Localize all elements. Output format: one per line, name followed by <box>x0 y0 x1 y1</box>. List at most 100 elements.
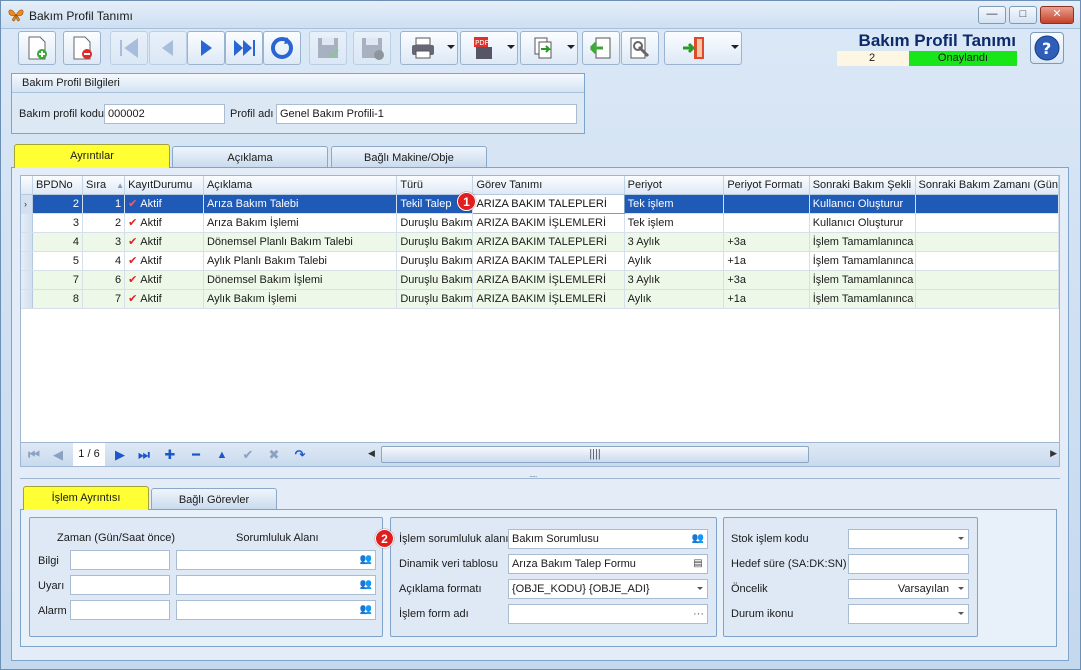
alarm-responsibility-field[interactable]: 👥 <box>176 600 376 620</box>
cell-sira[interactable]: 3 <box>82 232 126 252</box>
nav-add-icon[interactable]: ✚ <box>161 447 179 463</box>
cell-task[interactable]: ARIZA BAKIM TALEPLERİ <box>472 232 625 252</box>
target-time-field[interactable] <box>848 554 969 574</box>
table-row[interactable]: 8 7 ✔ Aktif Aylık Bakım İşlemi Duruşlu Ba… <box>21 289 1059 309</box>
cell-sira[interactable]: 2 <box>82 213 126 233</box>
cell-period[interactable]: Aylık <box>624 251 725 271</box>
first-record-button[interactable] <box>110 31 148 65</box>
cell-description[interactable]: Arıza Bakım Talebi <box>203 194 398 214</box>
people-picker-icon[interactable]: 👥 <box>359 578 373 592</box>
save-button[interactable] <box>309 31 347 65</box>
tab-details[interactable]: Ayrıntılar <box>14 144 170 168</box>
cancel-save-button[interactable] <box>353 31 391 65</box>
cell-sira[interactable]: 4 <box>82 251 126 271</box>
cell-bpdno[interactable]: 2 <box>32 194 83 214</box>
tab-process-details[interactable]: İşlem Ayrıntısı <box>23 486 149 510</box>
more-options-icon[interactable] <box>731 45 739 49</box>
dynamic-table-field[interactable]: Arıza Bakım Talep Formu ▤ <box>508 554 708 574</box>
nav-previous-icon[interactable]: ◀ <box>49 447 67 463</box>
import-export-button[interactable] <box>520 31 578 65</box>
warning-responsibility-field[interactable]: 👥 <box>176 575 376 595</box>
nav-next-icon[interactable]: ▶ <box>111 447 129 463</box>
responsibility-area-field[interactable]: Bakım Sorumlusu 👥 <box>508 529 708 549</box>
cell-period[interactable]: Tek işlem <box>624 213 725 233</box>
print-button[interactable] <box>400 31 458 65</box>
close-button[interactable]: ✕ <box>1040 6 1074 24</box>
tools-button[interactable] <box>621 31 659 65</box>
cell-description[interactable]: Dönemsel Bakım İşlemi <box>203 270 398 290</box>
cell-description[interactable]: Aylık Planlı Bakım Talebi <box>203 251 398 271</box>
cell-period-format[interactable] <box>723 213 810 233</box>
scroll-thumb[interactable]: |||| <box>381 446 809 463</box>
profile-name-field[interactable]: Genel Bakım Profili-1 <box>276 104 577 124</box>
cell-next-time[interactable] <box>915 270 1059 290</box>
tab-linked-machines[interactable]: Bağlı Makine/Obje <box>331 146 487 168</box>
cell-status[interactable]: ✔ Aktif <box>124 289 204 309</box>
cell-period-format[interactable]: +3a <box>723 232 810 252</box>
cell-next-method[interactable]: İşlem Tamamlanınca <box>809 289 916 309</box>
cell-period-format[interactable]: +1a <box>723 289 810 309</box>
cell-period[interactable]: 3 Aylık <box>624 270 725 290</box>
cell-description[interactable]: Aylık Bakım İşlemi <box>203 289 398 309</box>
cell-next-time[interactable] <box>915 251 1059 271</box>
cell-task[interactable]: ARIZA BAKIM İŞLEMLERİ <box>472 213 625 233</box>
column-header[interactable]: Görev Tanımı <box>472 176 625 195</box>
cell-description[interactable]: Dönemsel Planlı Bakım Talebi <box>203 232 398 252</box>
info-responsibility-field[interactable]: 👥 <box>176 550 376 570</box>
chevron-down-icon[interactable] <box>958 537 964 540</box>
cell-next-time[interactable] <box>915 194 1059 214</box>
cell-bpdno[interactable]: 3 <box>32 213 83 233</box>
cell-next-time[interactable] <box>915 289 1059 309</box>
table-row[interactable]: › 2 1 ✔ Aktif Arıza Bakım Talebi Tekil Ta… <box>21 193 1059 214</box>
table-row[interactable]: 5 4 ✔ Aktif Aylık Planlı Bakım Talebi Dur… <box>21 251 1059 271</box>
warning-time-field[interactable] <box>70 575 170 595</box>
previous-record-button[interactable] <box>149 31 187 65</box>
nav-refresh-icon[interactable]: ↷ <box>291 447 309 463</box>
cell-type[interactable]: Duruşlu Bakım <box>396 251 474 271</box>
cell-description[interactable]: Arıza Bakım İşlemi <box>203 213 398 233</box>
column-header[interactable]: Sonraki Bakım Şekli <box>809 176 916 195</box>
nav-last-icon[interactable]: ⏭ <box>135 447 153 463</box>
cell-sira[interactable]: 6 <box>82 270 126 290</box>
column-header[interactable]: Periyot Formatı <box>723 176 810 195</box>
cell-status[interactable]: ✔ Aktif <box>124 213 204 233</box>
cell-sira[interactable]: 1 <box>82 194 126 214</box>
nav-cancel-icon[interactable]: ✖ <box>265 447 283 463</box>
maximize-button[interactable]: □ <box>1009 6 1037 24</box>
chevron-down-icon[interactable] <box>697 587 703 590</box>
horizontal-scrollbar[interactable]: ◀ |||| ▶ <box>366 445 1059 464</box>
cell-next-method[interactable]: İşlem Tamamlanınca <box>809 270 916 290</box>
cell-type[interactable]: Duruşlu Bakım <box>396 270 474 290</box>
table-row[interactable]: 3 2 ✔ Aktif Arıza Bakım İşlemi Duruşlu Ba… <box>21 213 1059 233</box>
profile-code-field[interactable]: 000002 <box>104 104 225 124</box>
cell-period-format[interactable]: +3a <box>723 270 810 290</box>
priority-select[interactable]: Varsayılan <box>848 579 969 599</box>
stock-code-select[interactable] <box>848 529 969 549</box>
cell-task[interactable]: ARIZA BAKIM İŞLEMLERİ <box>472 289 625 309</box>
chevron-down-icon[interactable] <box>958 587 964 590</box>
cell-period-format[interactable]: +1a <box>723 251 810 271</box>
cell-bpdno[interactable]: 7 <box>32 270 83 290</box>
table-row[interactable]: 7 6 ✔ Aktif Dönemsel Bakım İşlemi Duruşlu… <box>21 270 1059 290</box>
status-icon-select[interactable] <box>848 604 969 624</box>
cell-type[interactable]: Duruşlu Bakım <box>396 289 474 309</box>
column-header[interactable]: Türü <box>396 176 474 195</box>
exit-button[interactable] <box>664 31 742 65</box>
ellipsis-icon[interactable]: ··· <box>693 605 704 623</box>
cell-sira[interactable]: 7 <box>82 289 126 309</box>
alarm-time-field[interactable] <box>70 600 170 620</box>
refresh-button[interactable] <box>263 31 301 65</box>
table-row[interactable]: 4 3 ✔ Aktif Dönemsel Planlı Bakım Talebi … <box>21 232 1059 252</box>
nav-up-icon[interactable]: ▲ <box>213 447 231 463</box>
cell-next-method[interactable]: İşlem Tamamlanınca <box>809 232 916 252</box>
column-header[interactable]: BPDNo <box>32 176 83 195</box>
cell-task[interactable]: ARIZA BAKIM TALEPLERİ <box>472 193 625 214</box>
people-picker-icon[interactable]: 👥 <box>359 603 373 617</box>
cell-task[interactable]: ARIZA BAKIM TALEPLERİ <box>472 251 625 271</box>
tab-linked-tasks[interactable]: Bağlı Görevler <box>151 488 277 510</box>
tab-description[interactable]: Açıklama <box>172 146 328 168</box>
scroll-left-icon[interactable]: ◀ <box>368 448 375 459</box>
cell-bpdno[interactable]: 5 <box>32 251 83 271</box>
process-form-field[interactable]: ··· <box>508 604 708 624</box>
delete-record-button[interactable] <box>63 31 101 65</box>
